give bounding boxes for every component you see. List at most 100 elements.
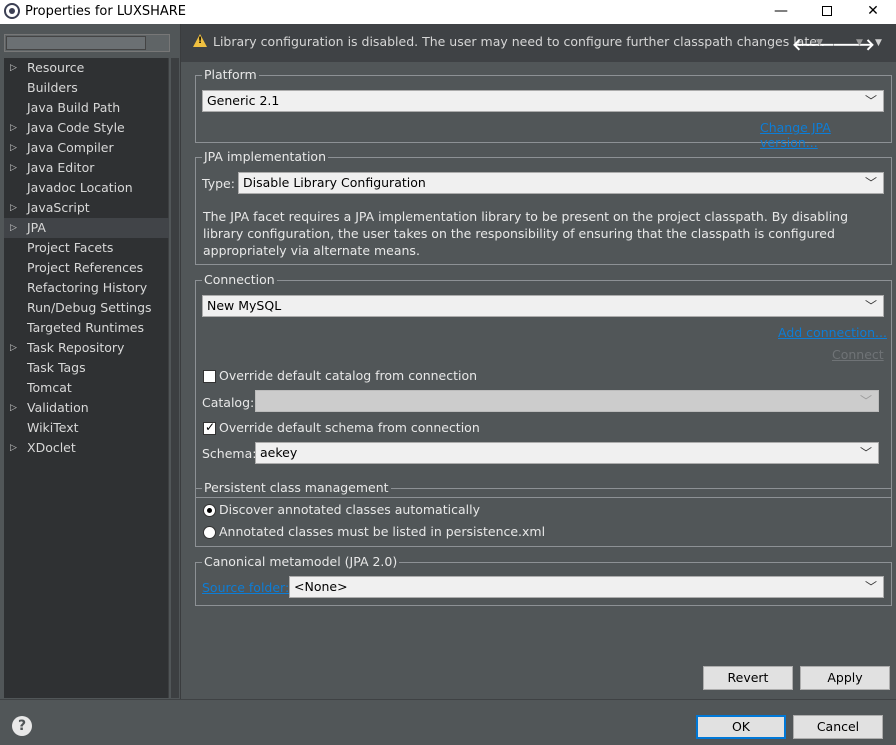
expand-arrow-icon[interactable]: ▷ bbox=[10, 338, 17, 358]
window-title: Properties for LUXSHARE bbox=[25, 4, 187, 19]
sidebar-item-label: Java Code Style bbox=[27, 120, 125, 135]
sidebar-item-builders[interactable]: Builders bbox=[4, 78, 169, 98]
expand-arrow-icon[interactable]: ▷ bbox=[10, 398, 17, 418]
listed-classes-label: Annotated classes must be listed in pers… bbox=[219, 524, 546, 539]
sidebar-item-label: Java Editor bbox=[27, 160, 95, 175]
sidebar-item-label: Targeted Runtimes bbox=[27, 320, 144, 335]
change-jpa-version-link[interactable]: Change JPA version... bbox=[760, 120, 891, 150]
expand-arrow-icon[interactable]: ▷ bbox=[10, 158, 17, 178]
filter-input[interactable] bbox=[4, 34, 170, 52]
back-menu-icon[interactable]: ▼ bbox=[816, 38, 823, 48]
sidebar-item-label: Refactoring History bbox=[27, 280, 148, 295]
schema-select-value: aekey bbox=[260, 445, 298, 460]
property-page: Library configuration is disabled. The u… bbox=[180, 24, 896, 699]
minimize-button[interactable]: — bbox=[758, 0, 804, 24]
ok-button[interactable]: OK bbox=[696, 715, 786, 739]
forward-menu-icon[interactable]: ▼ bbox=[856, 38, 863, 48]
connection-select[interactable]: New MySQL ﹀ bbox=[202, 295, 884, 317]
eclipse-icon bbox=[4, 3, 20, 19]
sidebar-item-javadoc-location[interactable]: Javadoc Location bbox=[4, 178, 169, 198]
sidebar-item-xdoclet[interactable]: ▷ XDoclet bbox=[4, 438, 169, 458]
expand-arrow-icon[interactable]: ▷ bbox=[10, 198, 17, 218]
chevron-down-icon: ﹀ bbox=[859, 446, 872, 460]
sidebar-item-java-code-style[interactable]: ▷ Java Code Style bbox=[4, 118, 169, 138]
source-folder-link[interactable]: Source folder: bbox=[202, 580, 289, 595]
discover-classes-radio[interactable] bbox=[203, 504, 216, 517]
sidebar-item-targeted-runtimes[interactable]: Targeted Runtimes bbox=[4, 318, 169, 338]
sidebar-item-validation[interactable]: ▷ Validation bbox=[4, 398, 169, 418]
sidebar-item-task-tags[interactable]: Task Tags bbox=[4, 358, 169, 378]
sidebar: ▷ Resource Builders Java Build Path ▷ Java Co… bbox=[0, 24, 180, 699]
help-icon[interactable]: ? bbox=[12, 716, 32, 736]
sidebar-item-run-debug-settings[interactable]: Run/Debug Settings bbox=[4, 298, 169, 318]
canonical-metamodel-legend: Canonical metamodel (JPA 2.0) bbox=[202, 554, 400, 570]
override-schema-label: Override default schema from connection bbox=[219, 420, 480, 435]
type-label: Type: bbox=[202, 176, 235, 191]
sidebar-item-label: Run/Debug Settings bbox=[27, 300, 152, 315]
source-folder-select[interactable]: <None> ﹀ bbox=[289, 576, 884, 598]
chevron-down-icon: ﹀ bbox=[864, 580, 877, 594]
sidebar-item-label: JPA bbox=[27, 220, 46, 235]
expand-arrow-icon[interactable]: ▷ bbox=[10, 138, 17, 158]
title-bar: Properties for LUXSHARE — ✕ bbox=[0, 0, 896, 24]
maximize-button[interactable] bbox=[804, 0, 850, 24]
catalog-select[interactable]: ﹀ bbox=[255, 390, 879, 412]
sidebar-item-label: Resource bbox=[27, 60, 85, 75]
sidebar-item-jpa[interactable]: ▷ JPA bbox=[4, 218, 169, 238]
connection-group: Connection New MySQL ﹀ Add connection...… bbox=[195, 272, 892, 498]
sidebar-item-project-facets[interactable]: Project Facets bbox=[4, 238, 169, 258]
sidebar-item-java-compiler[interactable]: ▷ Java Compiler bbox=[4, 138, 169, 158]
persistent-class-group: Persistent class management Discover ann… bbox=[195, 480, 892, 547]
sidebar-item-label: Builders bbox=[27, 80, 78, 95]
platform-select[interactable]: Generic 2.1 ﹀ bbox=[202, 90, 884, 112]
chevron-down-icon: ﹀ bbox=[864, 94, 877, 108]
sidebar-item-refactoring-history[interactable]: Refactoring History bbox=[4, 278, 169, 298]
canonical-metamodel-group: Canonical metamodel (JPA 2.0) Source fol… bbox=[195, 554, 892, 606]
expand-arrow-icon[interactable]: ▷ bbox=[10, 438, 17, 458]
persistent-class-legend: Persistent class management bbox=[202, 480, 391, 496]
type-select[interactable]: Disable Library Configuration ﹀ bbox=[238, 172, 884, 194]
sidebar-item-label: Java Compiler bbox=[27, 140, 114, 155]
sidebar-scrollbar[interactable] bbox=[171, 58, 179, 698]
sidebar-item-resource[interactable]: ▷ Resource bbox=[4, 58, 169, 78]
sidebar-item-label: Project Facets bbox=[27, 240, 114, 255]
sidebar-item-label: Task Tags bbox=[27, 360, 86, 375]
sidebar-item-task-repository[interactable]: ▷ Task Repository bbox=[4, 338, 169, 358]
revert-button[interactable]: Revert bbox=[703, 666, 793, 690]
chevron-down-icon: ﹀ bbox=[859, 394, 872, 408]
jpa-implementation-description: The JPA facet requires a JPA implementat… bbox=[203, 209, 849, 258]
sidebar-item-project-references[interactable]: Project References bbox=[4, 258, 169, 278]
message-bar: Library configuration is disabled. The u… bbox=[181, 24, 896, 62]
override-schema-checkbox[interactable] bbox=[203, 420, 216, 435]
add-connection-link[interactable]: Add connection... bbox=[778, 325, 887, 340]
source-folder-select-value: <None> bbox=[294, 579, 348, 594]
sidebar-item-label: Task Repository bbox=[27, 340, 125, 355]
sidebar-item-java-build-path[interactable]: Java Build Path bbox=[4, 98, 169, 118]
view-menu-icon[interactable]: ▼ bbox=[875, 38, 882, 48]
apply-button[interactable]: Apply bbox=[800, 666, 890, 690]
sidebar-item-label: JavaScript bbox=[27, 200, 90, 215]
sidebar-item-tomcat[interactable]: Tomcat bbox=[4, 378, 169, 398]
connection-select-value: New MySQL bbox=[207, 298, 282, 313]
back-arrow-icon[interactable]: 🡐 bbox=[792, 34, 835, 54]
sidebar-item-label: Tomcat bbox=[27, 380, 72, 395]
chevron-down-icon: ﹀ bbox=[864, 176, 877, 190]
override-catalog-label: Override default catalog from connection bbox=[219, 368, 478, 383]
close-button[interactable]: ✕ bbox=[850, 0, 896, 24]
expand-arrow-icon[interactable]: ▷ bbox=[10, 218, 17, 238]
override-catalog-checkbox[interactable] bbox=[203, 370, 216, 383]
platform-legend: Platform bbox=[202, 67, 259, 83]
listed-classes-radio[interactable] bbox=[203, 526, 216, 539]
filter-input-field[interactable] bbox=[6, 36, 146, 50]
expand-arrow-icon[interactable]: ▷ bbox=[10, 118, 17, 138]
connect-link[interactable]: Connect bbox=[832, 347, 884, 362]
schema-select[interactable]: aekey ﹀ bbox=[255, 442, 879, 464]
sidebar-item-wikitext[interactable]: WikiText bbox=[4, 418, 169, 438]
sidebar-item-java-editor[interactable]: ▷ Java Editor bbox=[4, 158, 169, 178]
expand-arrow-icon[interactable]: ▷ bbox=[10, 58, 17, 78]
sidebar-item-javascript[interactable]: ▷ JavaScript bbox=[4, 198, 169, 218]
cancel-button[interactable]: Cancel bbox=[793, 715, 883, 739]
maximize-icon bbox=[822, 6, 832, 16]
forward-arrow-icon[interactable]: 🡒 bbox=[832, 34, 875, 54]
message-text: Library configuration is disabled. The u… bbox=[213, 34, 825, 49]
